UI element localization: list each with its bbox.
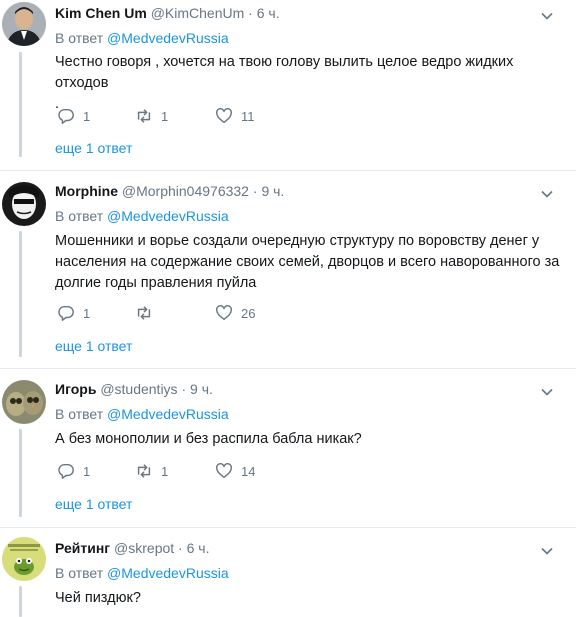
display-name[interactable]: Morphine xyxy=(55,183,118,199)
avatar[interactable] xyxy=(2,537,46,581)
chevron-down-icon[interactable] xyxy=(540,544,554,558)
tweet-2[interactable]: Morphine @Morphin04976332 · 9 ч. В ответ… xyxy=(0,171,576,367)
like-count: 11 xyxy=(241,108,255,124)
heart-icon xyxy=(216,305,232,321)
thread-line xyxy=(19,52,22,157)
timestamp[interactable]: 6 ч. xyxy=(187,540,210,556)
reply-button[interactable]: 1 xyxy=(57,303,90,323)
like-button[interactable]: 26 xyxy=(215,303,255,323)
like-button[interactable]: 14 xyxy=(215,461,255,481)
separator-dot: · xyxy=(248,5,253,21)
more-replies-link[interactable]: еще 1 ответ xyxy=(55,496,132,512)
tweet-text: А без монополии и без распила бабла ника… xyxy=(55,429,565,450)
separator-dot: · xyxy=(181,381,187,397)
user-handle[interactable]: @studentiys xyxy=(100,381,177,397)
reply-context: В ответ @MedvedevRussia xyxy=(55,565,229,581)
like-count: 14 xyxy=(241,463,256,479)
retweet-count: 1 xyxy=(161,463,169,479)
reply-context: В ответ @MedvedevRussia xyxy=(55,30,229,46)
tweet-text-line: А без монополии и без распила бабла ника… xyxy=(55,431,362,447)
avatar[interactable] xyxy=(2,380,46,424)
reply-button[interactable]: 1 xyxy=(57,461,90,481)
tweet-actions: 1 1 11 xyxy=(55,106,315,126)
tweet-text: Чей пиздюк? xyxy=(55,588,565,609)
mention-link[interactable]: @MedvedevRussia xyxy=(107,565,229,581)
retweet-icon xyxy=(137,306,151,320)
reply-context: В ответ @MedvedevRussia xyxy=(55,208,229,224)
mention-link[interactable]: @MedvedevRussia xyxy=(107,208,229,224)
tweet-header: Morphine @Morphin04976332 · 9 ч. xyxy=(55,183,284,199)
reply-icon xyxy=(58,108,74,124)
tweet-text-line: Чей пиздюк? xyxy=(55,590,141,606)
tweet-4[interactable]: Рейтинг @skrepot · 6 ч. В ответ @Medvede… xyxy=(0,528,576,617)
tweet-header: Рейтинг @skrepot · 6 ч. xyxy=(55,540,209,556)
display-name[interactable]: Рейтинг xyxy=(55,540,110,556)
reply-count: 1 xyxy=(83,108,91,124)
tweet-text: Мошенники и ворье создали очередную стру… xyxy=(55,231,565,294)
display-name[interactable]: Игорь xyxy=(55,381,96,397)
thread-line xyxy=(19,231,22,357)
timestamp[interactable]: 9 ч. xyxy=(261,183,284,199)
retweet-button[interactable] xyxy=(135,303,161,323)
mention-link[interactable]: @MedvedevRussia xyxy=(107,30,229,46)
retweet-button[interactable]: 1 xyxy=(135,461,168,481)
reply-prefix: В ответ xyxy=(55,208,104,224)
display-name[interactable]: Kim Chen Um xyxy=(55,5,147,21)
tweet-text-line: Честно говоря , хочется на твою голову в… xyxy=(55,54,514,91)
like-button[interactable]: 11 xyxy=(215,106,255,126)
reply-prefix: В ответ xyxy=(55,30,104,46)
reply-count: 1 xyxy=(83,463,91,479)
separator-dot: · xyxy=(252,183,258,199)
reply-icon xyxy=(58,305,74,321)
tweet-text-line: долгие годы правления пуйла xyxy=(55,275,257,291)
reply-icon xyxy=(58,463,74,479)
reply-context: В ответ @MedvedevRussia xyxy=(55,406,229,422)
separator-dot: · xyxy=(178,540,183,556)
user-handle[interactable]: @KimChenUm xyxy=(151,5,245,21)
mention-link[interactable]: @MedvedevRussia xyxy=(107,406,229,422)
avatar[interactable] xyxy=(2,182,46,226)
retweet-button[interactable]: 1 xyxy=(135,106,168,126)
more-replies-link[interactable]: еще 1 ответ xyxy=(55,140,132,156)
chevron-down-icon[interactable] xyxy=(540,385,554,399)
timestamp[interactable]: 9 ч. xyxy=(190,381,213,397)
user-handle[interactable]: @skrepot xyxy=(114,540,174,556)
heart-icon xyxy=(216,108,232,124)
tweet-text-line: Мошенники и ворье создали очередную стру… xyxy=(55,233,540,249)
avatar[interactable] xyxy=(2,2,46,46)
reply-count: 1 xyxy=(83,305,91,321)
tweet-header: Kim Chen Um @KimChenUm · 6 ч. xyxy=(55,5,280,21)
tweet-text-line: населения на содержание своих семей, дво… xyxy=(55,254,560,270)
reply-prefix: В ответ xyxy=(55,565,104,581)
user-handle[interactable]: @Morphin04976332 xyxy=(122,183,249,199)
retweet-icon xyxy=(137,109,151,123)
tweet-header: Игорь @studentiys · 9 ч. xyxy=(55,381,213,397)
reply-button[interactable]: 1 xyxy=(57,106,90,126)
heart-icon xyxy=(216,463,232,479)
tweet-3[interactable]: Игорь @studentiys · 9 ч. В ответ @Medved… xyxy=(0,369,576,527)
reply-prefix: В ответ xyxy=(55,406,104,422)
like-count: 26 xyxy=(241,305,256,321)
more-replies-link[interactable]: еще 1 ответ xyxy=(55,338,132,354)
thread-line xyxy=(19,586,22,617)
retweet-count: 1 xyxy=(161,108,169,124)
tweet-1[interactable]: Kim Chen Um @KimChenUm · 6 ч. В ответ @M… xyxy=(0,0,576,170)
timestamp[interactable]: 6 ч. xyxy=(257,5,280,21)
retweet-icon xyxy=(137,464,151,478)
tweet-actions: 1 26 xyxy=(55,303,315,323)
chevron-down-icon[interactable] xyxy=(540,9,554,23)
thread-line xyxy=(19,429,22,517)
tweet-actions: 1 1 14 xyxy=(55,461,315,481)
chevron-down-icon[interactable] xyxy=(540,187,554,201)
